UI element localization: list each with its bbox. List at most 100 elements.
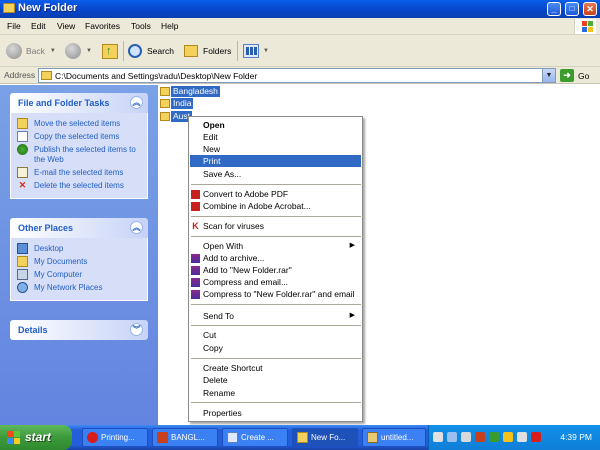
copy-icon [17, 131, 28, 142]
menu-print[interactable]: Print [190, 155, 361, 167]
menu-combine-acrobat[interactable]: Combine in Adobe Acrobat... [190, 200, 361, 212]
views-button[interactable]: ▼ [243, 41, 269, 61]
menu-add-archive[interactable]: Add to archive... [190, 252, 361, 264]
place-desktop[interactable]: Desktop [17, 243, 141, 254]
address-input[interactable]: C:\Documents and Settings\radu\Desktop\N… [38, 68, 556, 83]
task-move[interactable]: Move the selected items [17, 118, 141, 129]
winrar-icon [191, 278, 200, 287]
menu-create-shortcut[interactable]: Create Shortcut [190, 362, 361, 374]
file-item[interactable]: India [160, 97, 194, 109]
address-value: C:\Documents and Settings\radu\Desktop\N… [55, 71, 258, 81]
address-dropdown-icon[interactable]: ▼ [542, 69, 555, 82]
email-icon [17, 167, 28, 178]
title-bar: New Folder _ □ ✕ [0, 0, 600, 18]
task-publish[interactable]: Publish the selected items to the Web [17, 144, 141, 165]
menu-view[interactable]: View [57, 21, 75, 31]
menu-edit[interactable]: Edit [31, 21, 46, 31]
back-arrow-icon [6, 43, 22, 59]
menu-help[interactable]: Help [161, 21, 178, 31]
start-button[interactable]: start [0, 425, 72, 450]
file-icon [160, 98, 170, 108]
menu-properties[interactable]: Properties [190, 407, 361, 419]
tray-icon[interactable] [447, 432, 457, 442]
task-copy[interactable]: Copy the selected items [17, 131, 141, 142]
menu-compress-email[interactable]: Compress and email... [190, 276, 361, 288]
taskbar-button[interactable]: Create ... [222, 428, 288, 447]
tray-icon[interactable] [489, 432, 499, 442]
task-pane: File and Folder Tasks ︽ Move the selecte… [0, 85, 158, 425]
my-documents-icon [17, 256, 28, 267]
views-icon [243, 44, 259, 58]
menu-send-to[interactable]: Send To ▶ [190, 310, 361, 322]
move-icon [17, 118, 28, 129]
clock: 4:39 PM [560, 432, 592, 442]
chevron-down-icon: ▼ [263, 48, 269, 54]
place-my-documents[interactable]: My Documents [17, 256, 141, 267]
menu-delete[interactable]: Delete [190, 374, 361, 386]
menu-copy[interactable]: Copy [190, 342, 361, 354]
task-delete[interactable]: ✕ Delete the selected items [17, 180, 141, 191]
minimize-button[interactable]: _ [547, 2, 561, 16]
search-icon [128, 44, 142, 58]
folder-icon [41, 71, 52, 80]
menu-tools[interactable]: Tools [131, 21, 151, 31]
tray-icon[interactable] [475, 432, 485, 442]
menu-file[interactable]: File [7, 21, 21, 31]
tray-icon[interactable] [517, 432, 527, 442]
menu-rename[interactable]: Rename [190, 387, 361, 399]
task-email[interactable]: E-mail the selected items [17, 167, 141, 178]
taskbar-button[interactable]: untitled... [362, 428, 426, 447]
forward-arrow-icon [65, 43, 81, 59]
menu-compress-rar-email[interactable]: Compress to "New Folder.rar" and email [190, 288, 361, 300]
expand-icon[interactable]: ︾ [130, 323, 143, 336]
context-menu: Open Edit New Print Save As... Convert t… [188, 116, 363, 422]
search-button[interactable]: Search [128, 41, 174, 61]
menu-cut[interactable]: Cut [190, 329, 361, 341]
collapse-icon[interactable]: ︽ [130, 221, 143, 234]
file-item[interactable]: Bangladesh [160, 85, 220, 97]
up-folder-button[interactable]: ↑ [102, 41, 118, 61]
window-title: New Folder [18, 2, 78, 14]
details-header[interactable]: Details ︾ [10, 320, 148, 340]
submenu-arrow-icon: ▶ [349, 242, 355, 249]
winrar-icon [191, 290, 200, 299]
taskbar: start Printing... BANGL... Create ... Ne… [0, 425, 600, 450]
folders-button[interactable]: Folders [184, 41, 231, 61]
address-bar: Address C:\Documents and Settings\radu\D… [0, 67, 600, 84]
place-network[interactable]: My Network Places [17, 282, 141, 293]
file-folder-tasks-header[interactable]: File and Folder Tasks ︽ [10, 93, 148, 113]
adobe-pdf-icon [191, 190, 200, 199]
globe-icon [17, 144, 28, 155]
submenu-arrow-icon: ▶ [349, 312, 355, 319]
collapse-icon[interactable]: ︽ [130, 96, 143, 109]
go-button[interactable]: ➜ Go [560, 68, 589, 83]
folder-icon [3, 3, 15, 13]
opera-icon [87, 432, 98, 443]
menu-convert-pdf[interactable]: Convert to Adobe PDF [190, 188, 361, 200]
windows-logo-icon [574, 19, 596, 34]
details-panel: Details ︾ [10, 320, 148, 340]
menu-save-as[interactable]: Save As... [190, 168, 361, 180]
taskbar-button[interactable]: BANGL... [152, 428, 218, 447]
menu-edit-item[interactable]: Edit [190, 131, 361, 143]
antivirus-tray-icon[interactable] [531, 432, 541, 442]
back-button[interactable]: Back ▼ [6, 41, 56, 61]
place-my-computer[interactable]: My Computer [17, 269, 141, 280]
taskbar-button-active[interactable]: New Fo... [292, 428, 358, 447]
close-button[interactable]: ✕ [583, 2, 597, 16]
tray-icon[interactable] [461, 432, 471, 442]
menu-add-rar[interactable]: Add to "New Folder.rar" [190, 264, 361, 276]
menu-new[interactable]: New [190, 143, 361, 155]
menu-scan-viruses[interactable]: K Scan for viruses [190, 220, 361, 232]
toolbar: Back ▼ ▼ ↑ Search Folders ▼ [0, 35, 600, 67]
forward-button[interactable]: ▼ [65, 41, 92, 61]
tray-icon[interactable] [503, 432, 513, 442]
taskbar-button[interactable]: Printing... [82, 428, 148, 447]
menu-open[interactable]: Open [190, 119, 361, 131]
menu-open-with[interactable]: Open With ▶ [190, 240, 361, 252]
maximize-button[interactable]: □ [565, 2, 579, 16]
menu-favorites[interactable]: Favorites [85, 21, 120, 31]
other-places-header[interactable]: Other Places ︽ [10, 218, 148, 238]
my-computer-icon [17, 269, 28, 280]
tray-icon[interactable] [433, 432, 443, 442]
